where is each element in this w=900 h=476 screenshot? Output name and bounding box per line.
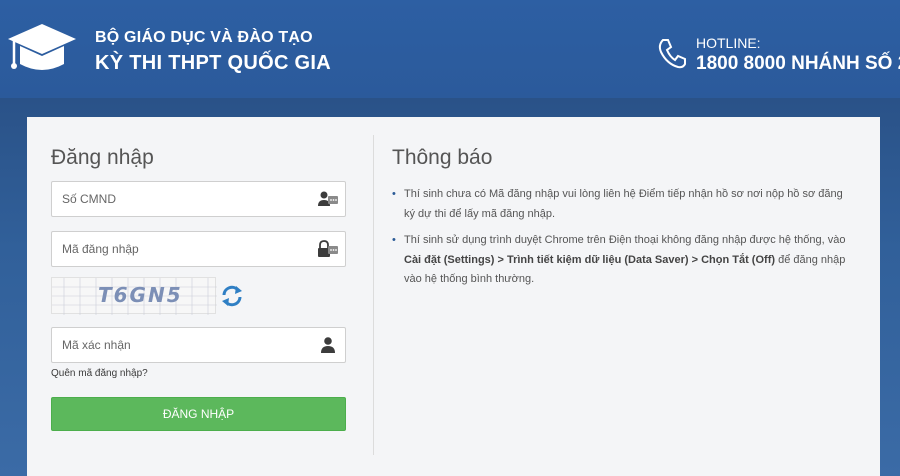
column-divider — [373, 135, 374, 455]
hotline-number: 1800 8000 NHÁNH SỐ 2 — [696, 53, 900, 74]
user-card-icon — [318, 191, 338, 206]
notice-item-text-before: Thí sinh sử dụng trình duyệt Chrome trên… — [404, 234, 846, 246]
id-number-field[interactable] — [51, 181, 346, 217]
notice-item-text: Thí sinh chưa có Mã đăng nhập vui lòng l… — [404, 188, 843, 220]
notice-item: • Thí sinh sử dụng trình duyệt Chrome tr… — [392, 231, 852, 290]
site-header: BỘ GIÁO DỤC VÀ ĐÀO TẠO KỲ THI THPT QUỐC … — [0, 0, 900, 98]
user-icon — [321, 337, 335, 353]
lock-icon — [318, 240, 338, 257]
hotline-label: HOTLINE: — [696, 35, 761, 51]
bullet-icon: • — [392, 188, 396, 200]
login-code-field[interactable] — [51, 231, 346, 267]
refresh-captcha-icon[interactable] — [219, 283, 245, 309]
graduation-cap-icon — [8, 24, 76, 70]
captcha-field[interactable] — [51, 327, 346, 363]
id-number-input[interactable] — [52, 182, 302, 216]
login-title: Đăng nhập — [51, 146, 154, 169]
notice-item: • Thí sinh chưa có Mã đăng nhập vui lòng… — [392, 185, 852, 224]
phone-icon — [658, 39, 686, 69]
captcha-input[interactable] — [52, 328, 302, 362]
notice-title: Thông báo — [392, 146, 493, 169]
login-code-input[interactable] — [52, 232, 302, 266]
notice-item-bold-path: Cài đặt (Settings) > Trình tiết kiệm dữ … — [404, 253, 776, 266]
bullet-icon: • — [392, 234, 396, 246]
captcha-image: T6GN5 — [51, 277, 217, 315]
login-button[interactable]: ĐĂNG NHẬP — [51, 397, 346, 431]
org-title: BỘ GIÁO DỤC VÀ ĐÀO TẠO — [95, 29, 313, 46]
exam-title: KỲ THI THPT QUỐC GIA — [95, 52, 331, 74]
captcha-text: T6GN5 — [98, 283, 183, 307]
forgot-code-link[interactable]: Quên mã đăng nhập? — [51, 368, 148, 379]
notice-list: • Thí sinh chưa có Mã đăng nhập vui lòng… — [392, 185, 852, 297]
